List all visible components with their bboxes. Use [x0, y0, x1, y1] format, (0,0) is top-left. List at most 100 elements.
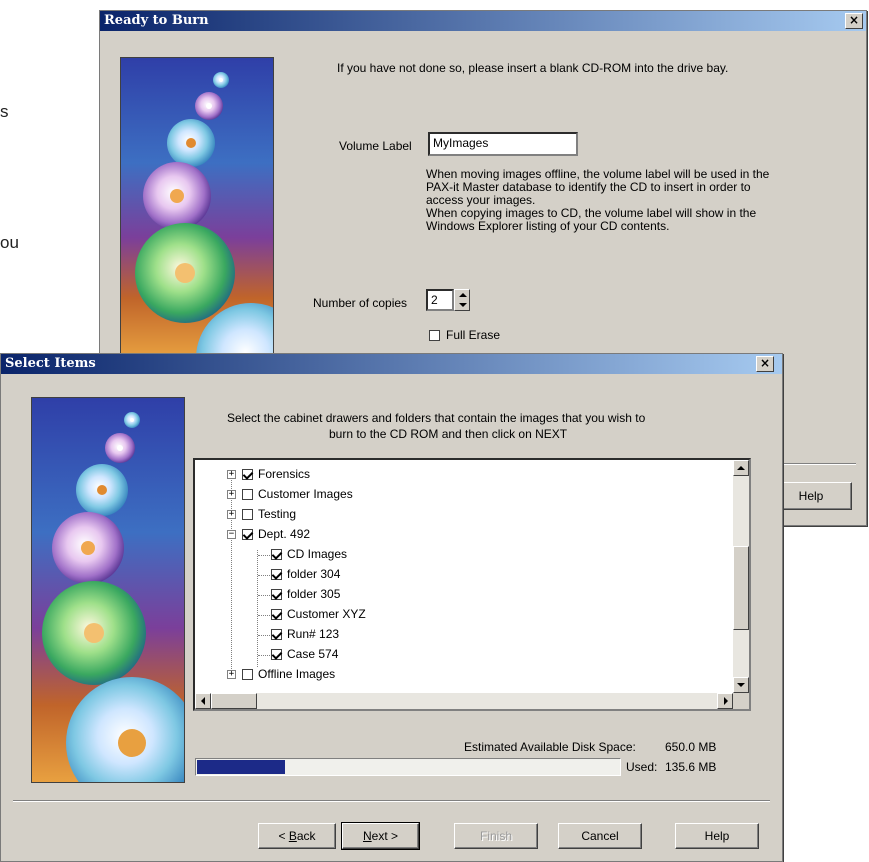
tree-item-label: folder 305 [287, 587, 341, 601]
tree-item-label: Forensics [258, 467, 311, 481]
scroll-down-button[interactable] [733, 677, 749, 693]
disk-usage-progress-fill [197, 760, 285, 774]
ready-to-burn-title: Ready to Burn [104, 13, 209, 28]
cd-artwork-image [120, 57, 274, 359]
scroll-up-button[interactable] [733, 460, 749, 476]
scrollbar-corner [733, 693, 749, 709]
tree-item[interactable]: + Customer Images [227, 486, 447, 504]
expand-icon[interactable]: + [227, 490, 236, 499]
used-value: 135.6 MB [665, 760, 717, 774]
disk-space-label: Estimated Available Disk Space: [464, 740, 636, 754]
ready-to-burn-title-bar[interactable]: Ready to Burn × [100, 11, 866, 31]
close-button[interactable]: × [845, 13, 863, 29]
back-button-prefix: < [278, 829, 289, 843]
close-button[interactable]: × [756, 356, 774, 372]
volume-label-input[interactable]: MyImages [428, 132, 578, 156]
tree-item-checkbox[interactable] [242, 669, 253, 680]
back-button-mnemonic: B [288, 829, 297, 843]
divider [13, 800, 770, 802]
horizontal-scrollbar[interactable] [195, 693, 733, 709]
full-erase-checkbox[interactable] [429, 330, 440, 341]
collapse-icon[interactable]: − [227, 530, 236, 539]
tree-item[interactable]: Case 574 [271, 646, 471, 664]
spin-up-icon[interactable] [459, 293, 467, 297]
help-line: Windows Explorer listing of your CD cont… [426, 219, 670, 233]
tree-item-checkbox[interactable] [271, 569, 282, 580]
tree-item-checkbox[interactable] [271, 589, 282, 600]
tree-item[interactable]: + Offline Images [227, 666, 447, 684]
tree-item[interactable]: folder 305 [271, 586, 471, 604]
volume-label-caption: Volume Label [339, 139, 412, 153]
tree-item-checkbox[interactable] [271, 649, 282, 660]
scroll-right-icon [724, 697, 728, 705]
disk-space-value: 650.0 MB [665, 740, 717, 754]
tree-line [258, 595, 270, 596]
tree-line [257, 550, 258, 667]
select-instruction-line1: Select the cabinet drawers and folders t… [227, 411, 646, 425]
tree-item-label: Offline Images [258, 667, 336, 681]
used-label: Used: [626, 760, 658, 774]
folder-tree-view[interactable]: + Forensics + Customer Images + Testing … [193, 458, 751, 711]
tree-item[interactable]: + Testing [227, 506, 447, 524]
scroll-down-icon [737, 683, 745, 687]
tree-item[interactable]: + Forensics [227, 466, 447, 484]
expand-icon[interactable]: + [227, 470, 236, 479]
tree-item-checkbox[interactable] [271, 609, 282, 620]
select-items-dialog: Select Items × Select the cabinet drawer… [0, 353, 783, 862]
spin-down-icon[interactable] [459, 303, 467, 307]
cancel-button[interactable]: Cancel [558, 823, 642, 849]
tree-line [258, 555, 270, 556]
tree-item-checkbox[interactable] [271, 549, 282, 560]
tree-item-checkbox[interactable] [242, 489, 253, 500]
tree-line [258, 655, 270, 656]
volume-label-help-text: When moving images offline, the volume l… [426, 168, 846, 233]
expand-icon[interactable]: + [227, 670, 236, 679]
insert-cd-instruction: If you have not done so, please insert a… [337, 61, 729, 75]
tree-item-checkbox[interactable] [271, 629, 282, 640]
select-items-title-bar[interactable]: Select Items × [1, 354, 782, 374]
tree-item-label: Dept. 492 [258, 527, 311, 541]
next-button-mnemonic: N [362, 829, 372, 843]
scroll-right-button[interactable] [717, 693, 733, 709]
number-of-copies-input[interactable]: 2 [426, 289, 454, 311]
finish-button[interactable]: Finish [454, 823, 538, 849]
help-button[interactable]: Help [675, 823, 759, 849]
background-text-fragment: ou [0, 233, 19, 252]
disk-usage-progress-bar [195, 758, 621, 776]
tree-item-checkbox[interactable] [242, 469, 253, 480]
scroll-left-icon [201, 697, 205, 705]
full-erase-label: Full Erase [446, 328, 501, 342]
expand-icon[interactable]: + [227, 510, 236, 519]
tree-item[interactable]: CD Images [271, 546, 471, 564]
horizontal-scroll-thumb[interactable] [211, 693, 257, 709]
next-button[interactable]: Next > [341, 822, 420, 850]
tree-line [258, 575, 270, 576]
tree-item-label: Customer Images [258, 487, 353, 501]
tree-line [258, 615, 270, 616]
tree-item-checkbox[interactable] [242, 529, 253, 540]
tree-item-checkbox[interactable] [242, 509, 253, 520]
tree-item[interactable]: − Dept. 492 [227, 526, 447, 544]
tree-item[interactable]: Run# 123 [271, 626, 471, 644]
tree-item-label: Customer XYZ [287, 607, 366, 621]
tree-item-label: Case 574 [287, 647, 339, 661]
back-button[interactable]: < Back [258, 823, 336, 849]
select-instruction-line2: burn to the CD ROM and then click on NEX… [329, 427, 568, 441]
vertical-scroll-thumb[interactable] [733, 546, 749, 630]
tree-item-label: Testing [258, 507, 297, 521]
copies-spin-button[interactable] [454, 289, 470, 311]
back-button-label: ack [296, 829, 316, 843]
scroll-up-icon [737, 466, 745, 470]
tree-item[interactable]: folder 304 [271, 566, 471, 584]
tree-item[interactable]: Customer XYZ [271, 606, 471, 624]
close-icon: × [759, 356, 771, 370]
next-button-label: ext > [371, 829, 399, 843]
select-items-title: Select Items [5, 356, 96, 371]
close-icon: × [848, 13, 860, 27]
tree-line [258, 635, 270, 636]
scroll-left-button[interactable] [195, 693, 211, 709]
background-text-fragment: s [0, 102, 9, 121]
vertical-scrollbar[interactable] [733, 460, 749, 693]
tree-item-label: Run# 123 [287, 627, 340, 641]
cd-artwork-image [31, 397, 185, 783]
